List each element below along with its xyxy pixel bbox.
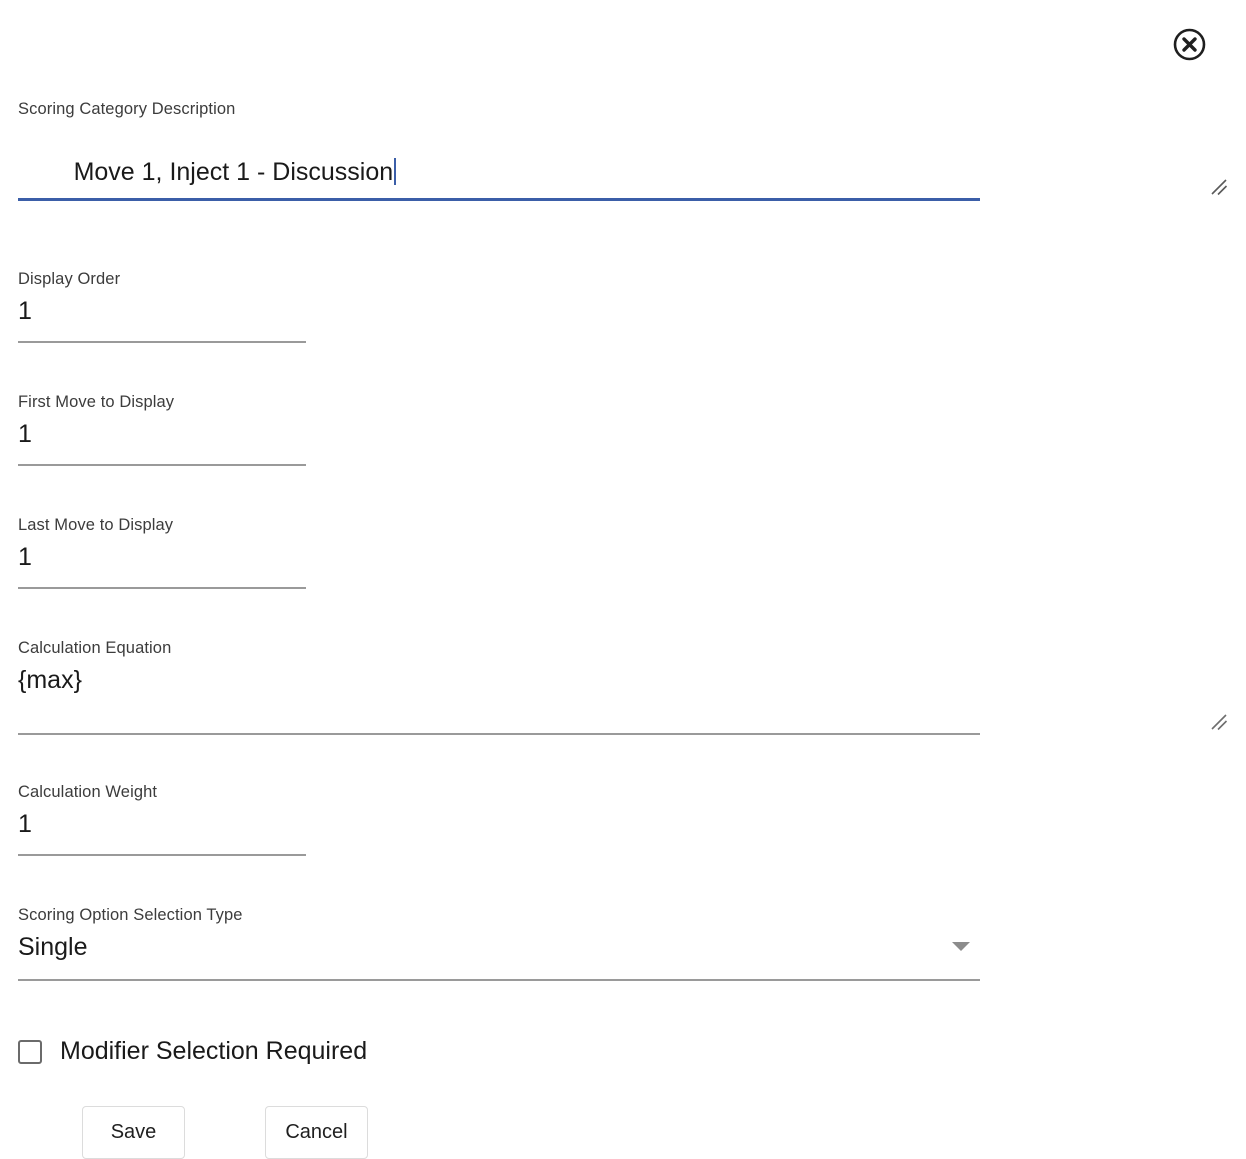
modifier-selection-required-checkbox[interactable]: [18, 1040, 42, 1064]
underline-calculation-weight: [18, 854, 306, 856]
chevron-down-icon[interactable]: [952, 942, 970, 951]
underline-display-order: [18, 341, 306, 343]
label-last-move-to-display: Last Move to Display: [18, 516, 1228, 536]
cancel-button[interactable]: Cancel: [265, 1106, 368, 1159]
scoring-category-description-value: Move 1, Inject 1 - Discussion: [18, 126, 1228, 220]
field-scoring-option-selection-type[interactable]: Scoring Option Selection Type Single: [18, 906, 1228, 981]
field-calculation-weight[interactable]: Calculation Weight 1: [18, 783, 1228, 856]
underline-last-move-to-display: [18, 587, 306, 589]
text-caret: [394, 158, 396, 185]
underline-calculation-equation: [18, 733, 980, 735]
close-circle-icon: [1171, 26, 1208, 63]
label-scoring-category-description: Scoring Category Description: [18, 100, 1228, 120]
label-calculation-equation: Calculation Equation: [18, 639, 1228, 659]
calculation-equation-input[interactable]: {max}: [18, 665, 1228, 733]
display-order-input[interactable]: 1: [18, 296, 1228, 327]
scoring-category-description-input[interactable]: Move 1, Inject 1 - Discussion: [18, 126, 1228, 198]
underline-scoring-option-selection-type: [18, 979, 980, 981]
save-button[interactable]: Save: [82, 1106, 185, 1159]
form-actions: Save Cancel: [18, 1106, 1228, 1159]
last-move-to-display-input[interactable]: 1: [18, 542, 1228, 573]
field-first-move-to-display[interactable]: First Move to Display 1: [18, 393, 1228, 466]
scoring-category-form: Scoring Category Description Move 1, Inj…: [18, 100, 1228, 1159]
underline-first-move-to-display: [18, 464, 306, 466]
label-calculation-weight: Calculation Weight: [18, 783, 1228, 803]
modifier-selection-required-label: Modifier Selection Required: [60, 1039, 367, 1064]
field-calculation-equation[interactable]: Calculation Equation {max}: [18, 639, 1228, 735]
close-dialog-button[interactable]: [1171, 26, 1208, 63]
label-first-move-to-display: First Move to Display: [18, 393, 1228, 413]
label-display-order: Display Order: [18, 270, 1228, 290]
field-scoring-category-description[interactable]: Scoring Category Description Move 1, Inj…: [18, 100, 1228, 208]
scoring-option-selection-type-select[interactable]: Single: [18, 932, 980, 963]
resize-handle-icon[interactable]: [1210, 178, 1228, 196]
resize-handle-icon[interactable]: [1210, 713, 1228, 731]
calculation-weight-input[interactable]: 1: [18, 809, 1228, 840]
label-scoring-option-selection-type: Scoring Option Selection Type: [18, 906, 1228, 926]
field-last-move-to-display[interactable]: Last Move to Display 1: [18, 516, 1228, 589]
modifier-selection-required-row[interactable]: Modifier Selection Required: [18, 1039, 1228, 1064]
calculation-equation-value: {max}: [18, 665, 1228, 699]
first-move-to-display-input[interactable]: 1: [18, 419, 1228, 450]
scoring-option-selection-type-value: Single: [18, 932, 980, 963]
field-display-order[interactable]: Display Order 1: [18, 270, 1228, 343]
